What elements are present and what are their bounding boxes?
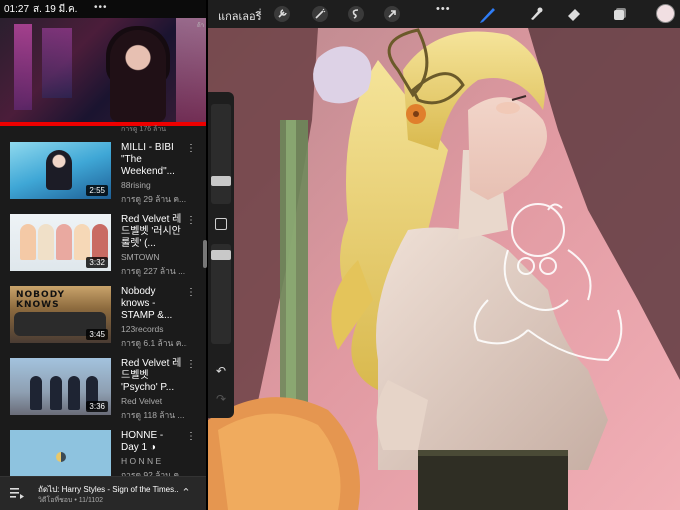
video-title[interactable]: Nobody knows - STAMP &... [121,286,183,322]
video-thumbnail[interactable]: 2:55 [10,142,111,199]
toolbar-more-dots-icon[interactable]: ••• [436,3,451,15]
video-thumbnail[interactable]: 3:36 [10,358,111,415]
video-more-icon[interactable]: ⋮ [186,430,196,444]
undo-icon[interactable]: ↶ [214,364,228,378]
selection-icon[interactable] [346,4,366,24]
video-frame-neon [14,24,32,110]
status-bar: 01:27 ส. 19 มี.ค. ••• [0,0,206,18]
brush-icon[interactable] [478,4,498,24]
video-channel: H O N N E [121,456,162,466]
video-frame-neon [176,18,206,122]
color-swatch-button[interactable] [656,4,675,23]
brush-sidebar: ↶ ↷ [208,92,234,418]
brush-size-slider-thumb[interactable] [211,176,231,186]
video-list-item[interactable]: NOBODY KNOWS 3:45 Nobody knows - STAMP &… [0,284,206,356]
video-more-icon[interactable]: ⋮ [186,142,196,156]
video-title[interactable]: Red Velvet 레드벨벳 '러시안 룰렛' (... [121,214,183,250]
status-date: ส. 19 มี.ค. [33,3,78,15]
redo-icon[interactable]: ↷ [214,392,228,406]
video-views: การดู 118 ล้าน ... [121,410,185,420]
video-views: การดู 6.1 ล้าน ค... [121,338,187,348]
player-corner-hint: ถ้า [196,23,204,29]
video-list-item[interactable]: 3:36 Red Velvet 레드벨벳 'Psycho' P... Red V… [0,356,206,428]
video-frame-neon [42,28,72,98]
chevron-up-icon[interactable]: ⌃ [180,487,192,499]
video-thumbnail[interactable]: NOBODY KNOWS 3:45 [10,286,111,343]
video-list: 2:55 MILLI - BIBI "The Weekend"... 88ris… [0,140,206,500]
brush-size-slider[interactable] [211,104,231,204]
video-channel: 88rising [121,180,151,190]
video-title[interactable]: HONNE - Day 1 ◑ [121,430,183,454]
wrench-icon[interactable] [272,4,292,24]
video-duration: 3:36 [86,401,108,412]
layers-icon[interactable] [610,4,630,24]
smudge-icon[interactable] [526,4,546,24]
split-view-handle[interactable] [203,240,207,268]
video-duration: 2:55 [86,185,108,196]
up-next-subtitle: วิดีโอที่ชอบ • 11/1102 [38,497,104,504]
video-frame-figure [110,30,166,122]
video-thumbnail[interactable]: 3:32 [10,214,111,271]
moon-icon [56,452,66,462]
up-next-bar[interactable]: ถัดไป: Harry Styles - Sign of the Times.… [0,476,206,510]
drawing-app-pane: แกลเลอรี่ ••• ↶ ↷ [208,0,680,510]
multitask-dots-icon[interactable]: ••• [94,2,108,13]
gallery-button[interactable]: แกลเลอรี่ [218,7,262,25]
video-list-item[interactable]: 3:32 Red Velvet 레드벨벳 '러시안 룰렛' (... SMTOW… [0,212,206,284]
thumbnail-sign-text: NOBODY KNOWS [16,290,66,310]
status-time: 01:27 [4,3,30,15]
video-more-icon[interactable]: ⋮ [186,214,196,228]
eraser-icon[interactable] [564,4,584,24]
video-title[interactable]: Red Velvet 레드벨벳 'Psycho' P... [121,358,183,394]
video-channel: 123records [121,324,164,334]
video-views: การดู 29 ล้าน ค... [121,194,187,204]
video-app-pane: 01:27 ส. 19 มี.ค. ••• ถ้า การดู 176 ล้าน… [0,0,206,510]
video-channel: Red Velvet [121,396,163,406]
video-more-icon[interactable]: ⋮ [186,358,196,372]
modify-square-icon[interactable] [215,218,227,230]
video-more-icon[interactable]: ⋮ [186,286,196,300]
video-duration: 3:32 [86,257,108,268]
transform-arrow-icon[interactable] [382,4,402,24]
drawing-canvas[interactable] [208,0,680,510]
magic-wand-icon[interactable] [310,4,330,24]
queue-icon[interactable] [10,487,24,499]
playback-progress-bar[interactable] [0,122,206,126]
mini-player-video[interactable]: ถ้า [0,18,206,122]
video-views: การดู 227 ล้าน ... [121,266,186,276]
video-duration: 3:45 [86,329,108,340]
partial-row-views: การดู 176 ล้าน [121,126,167,133]
video-channel: SMTOWN [121,252,160,262]
video-title[interactable]: MILLI - BIBI "The Weekend"... [121,142,183,178]
video-list-item[interactable]: 2:55 MILLI - BIBI "The Weekend"... 88ris… [0,140,206,212]
drawing-toolbar: แกลเลอรี่ ••• [208,0,680,28]
brush-opacity-slider-thumb[interactable] [211,250,231,260]
